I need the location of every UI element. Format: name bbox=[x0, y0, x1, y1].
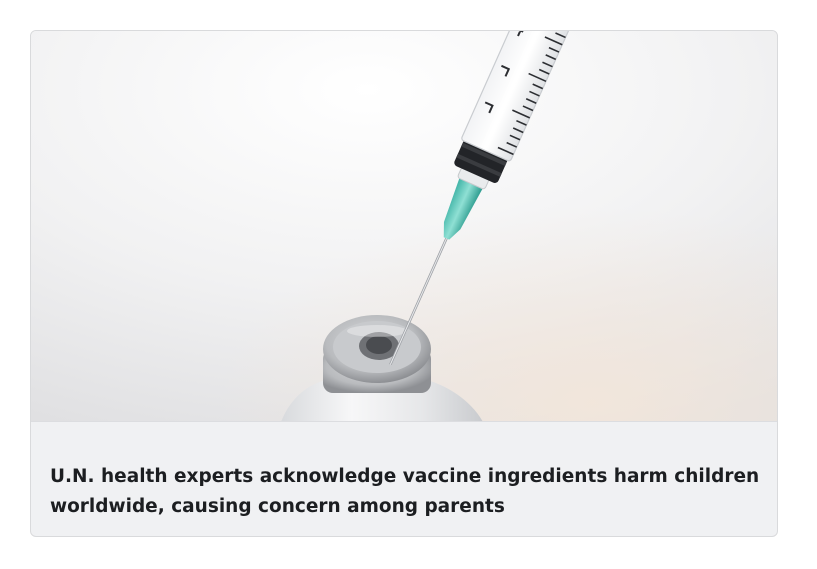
syringe-vial-photo bbox=[31, 31, 777, 421]
link-preview-card[interactable]: U.N. health experts acknowledge vaccine … bbox=[30, 30, 778, 537]
article-image[interactable] bbox=[31, 31, 777, 422]
article-headline[interactable]: U.N. health experts acknowledge vaccine … bbox=[50, 462, 762, 522]
